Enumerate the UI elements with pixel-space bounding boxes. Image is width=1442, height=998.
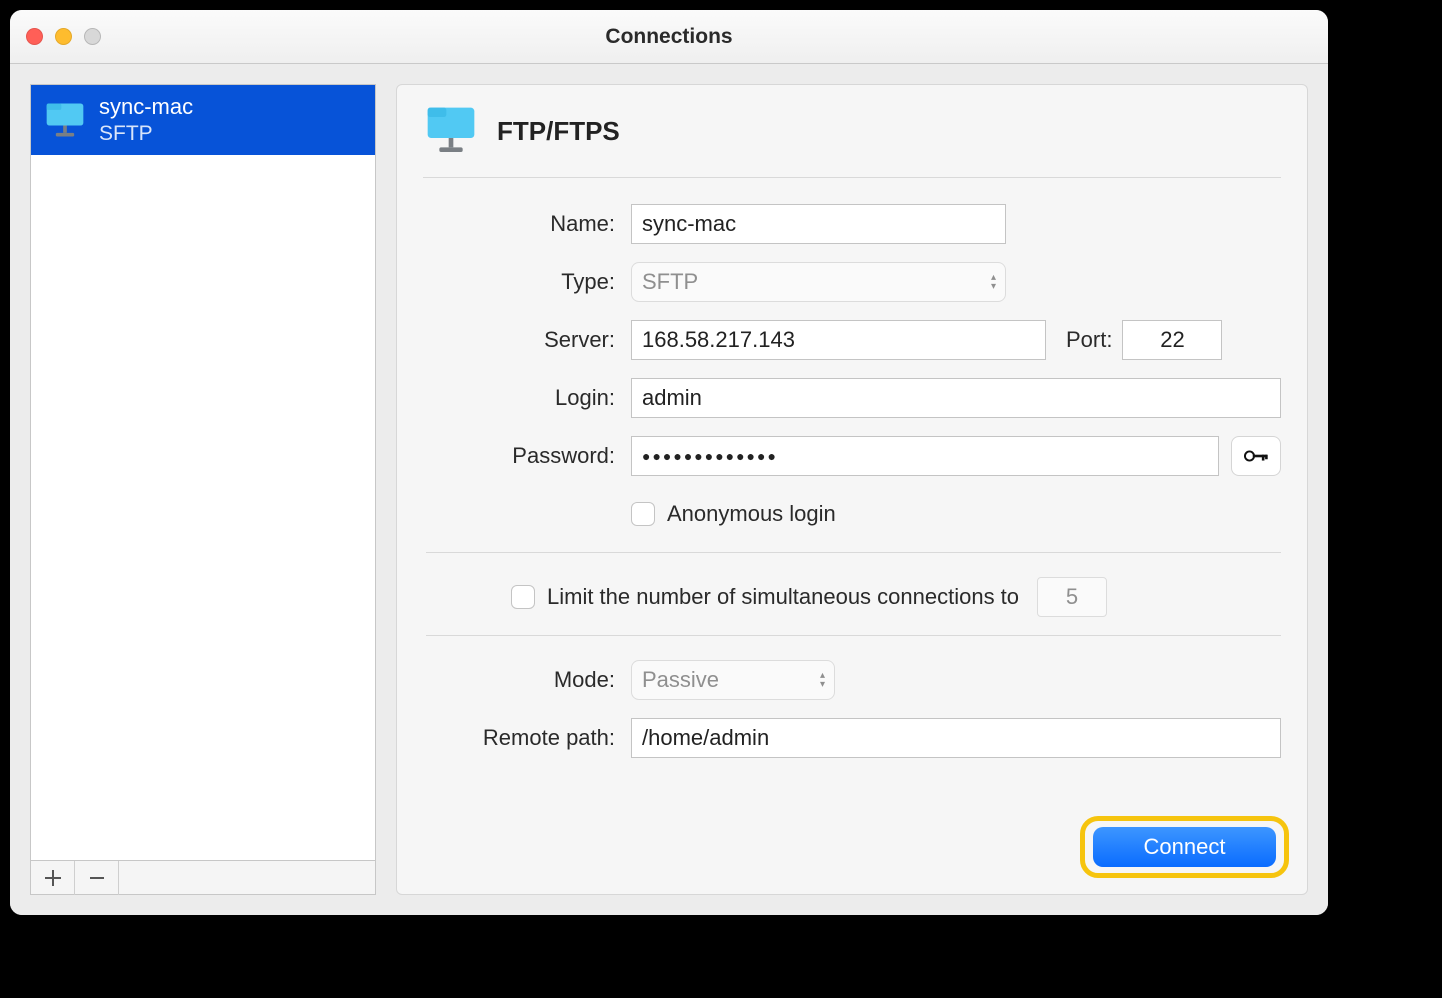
window-body: sync-mac SFTP <box>10 64 1328 915</box>
network-folder-icon <box>43 98 87 142</box>
row-mode: Mode: ▴▾ <box>426 660 1281 700</box>
connect-highlight: Connect <box>1080 816 1289 878</box>
limit-label: Limit the number of simultaneous connect… <box>547 584 1019 610</box>
sidebar-item-texts: sync-mac SFTP <box>99 93 193 147</box>
row-server: Server: Port: <box>426 320 1281 360</box>
mode-select-value[interactable] <box>631 660 835 700</box>
label-type: Type: <box>426 269 631 295</box>
row-login: Login: <box>426 378 1281 418</box>
name-field[interactable] <box>631 204 1006 244</box>
minimize-window-button[interactable] <box>55 28 72 45</box>
sidebar-item-sync-mac[interactable]: sync-mac SFTP <box>31 85 375 155</box>
window-title: Connections <box>10 25 1328 49</box>
panel-title: FTP/FTPS <box>497 116 620 147</box>
type-select-value[interactable] <box>631 262 1006 302</box>
label-port: Port: <box>1046 327 1122 353</box>
remote-path-field[interactable] <box>631 718 1281 758</box>
anonymous-label: Anonymous login <box>667 501 836 527</box>
add-connection-button[interactable] <box>31 861 75 895</box>
network-folder-icon <box>423 103 479 159</box>
divider <box>426 552 1281 553</box>
sidebar-item-name: sync-mac <box>99 93 193 121</box>
traffic-lights <box>26 28 101 45</box>
label-name: Name: <box>426 211 631 237</box>
row-password: Password: <box>426 436 1281 476</box>
limit-checkbox[interactable] <box>511 585 535 609</box>
divider <box>426 635 1281 636</box>
row-type: Type: ▴▾ <box>426 262 1281 302</box>
remove-connection-button[interactable] <box>75 861 119 895</box>
sidebar-item-protocol: SFTP <box>99 121 193 147</box>
login-field[interactable] <box>631 378 1281 418</box>
connection-settings-panel: FTP/FTPS Name: Type: ▴▾ <box>396 84 1308 895</box>
close-window-button[interactable] <box>26 28 43 45</box>
connection-form: Name: Type: ▴▾ Server: <box>423 204 1281 758</box>
label-password: Password: <box>426 443 631 469</box>
panel-header: FTP/FTPS <box>423 103 1281 178</box>
label-server: Server: <box>426 327 631 353</box>
connect-highlight-ring: Connect <box>1080 816 1289 878</box>
row-anonymous: Anonymous login <box>426 494 1281 534</box>
connections-sidebar: sync-mac SFTP <box>30 84 376 861</box>
row-remote-path: Remote path: <box>426 718 1281 758</box>
limit-count-field[interactable] <box>1037 577 1107 617</box>
mode-select[interactable]: ▴▾ <box>631 660 835 700</box>
label-remote-path: Remote path: <box>426 725 631 751</box>
anonymous-checkbox[interactable] <box>631 502 655 526</box>
sidebar-footer <box>30 861 376 895</box>
label-login: Login: <box>426 385 631 411</box>
row-name: Name: <box>426 204 1281 244</box>
server-field[interactable] <box>631 320 1046 360</box>
port-field[interactable] <box>1122 320 1222 360</box>
key-icon <box>1243 448 1269 464</box>
label-mode: Mode: <box>426 667 631 693</box>
type-select[interactable]: ▴▾ <box>631 262 1006 302</box>
row-limit: Limit the number of simultaneous connect… <box>511 577 1281 617</box>
titlebar: Connections <box>10 10 1328 64</box>
connect-button[interactable]: Connect <box>1093 827 1276 867</box>
password-field[interactable] <box>631 436 1219 476</box>
zoom-window-button[interactable] <box>84 28 101 45</box>
connections-window: Connections sync-mac <box>10 10 1328 915</box>
sidebar-wrap: sync-mac SFTP <box>30 84 376 895</box>
key-auth-button[interactable] <box>1231 436 1281 476</box>
